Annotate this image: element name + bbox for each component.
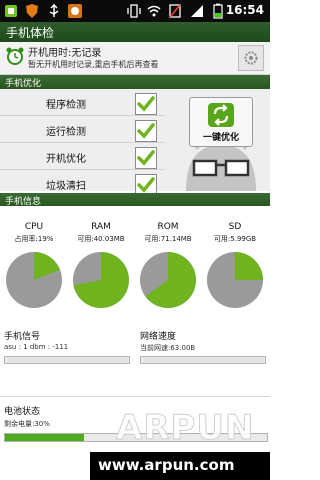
optimize-item[interactable]: 运行检测 [0,118,165,143]
signal-title: 手机信号 [4,332,41,342]
watermark-url: www.arpun.com [98,456,235,474]
optimize-item-label: 程序检测 [46,100,86,111]
battery-value: 剩余电量:30% [4,420,50,428]
title-bar: 手机体检 [0,22,270,43]
rom-pie [140,252,196,308]
info-section-header: 手机信息 [0,193,270,207]
page-title: 手机体检 [6,26,55,40]
optimize-item[interactable]: 开机优化 [0,145,165,170]
signal-icon [191,5,203,17]
app-notify-icon [68,4,82,18]
rom-subtitle: 可用:71.14MB [144,235,192,243]
checkbox[interactable] [135,147,157,169]
check-icon [137,96,155,112]
optimize-item-label: 垃圾清扫 [46,181,86,192]
wifi-icon [147,5,161,17]
one-key-optimize-button[interactable]: 一键优化 [189,97,253,147]
cpu-pie [6,252,62,308]
signal-value: asu : 1 dbm : -111 [4,343,69,351]
optimize-section-header: 手机优化 [0,75,270,89]
cpu-title: CPU [24,222,44,232]
one-key-optimize-label: 一键优化 [202,133,239,143]
clock: 16:54 [225,3,264,17]
boot-time-label: 开机用时:无记录 [28,48,102,59]
gear-icon [244,51,258,65]
watermark-brand: ARPUN [115,408,255,449]
optimize-item-label: 开机优化 [46,154,86,165]
optimize-item-label: 运行检测 [46,127,86,138]
check-icon [137,123,155,139]
battery-level-fill [5,434,84,441]
resource-pies [6,252,263,308]
optimize-refresh-icon [208,103,234,127]
signal-bar [4,356,130,364]
checkbox[interactable] [135,120,157,142]
no-sim-icon [169,4,181,18]
settings-button[interactable] [238,45,264,71]
ram-subtitle: 可用:40.03MB [77,235,125,243]
status-bar: 16:54 [0,0,270,22]
boot-time-panel: 开机用时:无记录 暂无开机用时记录,重启手机后再查看 [0,42,270,75]
security-shield-icon [26,4,38,18]
divider [0,396,270,397]
checkbox[interactable] [135,93,157,115]
battery-title: 电池状态 [4,407,41,417]
battery-icon [213,3,223,19]
check-icon [137,150,155,166]
boot-time-hint: 暂无开机用时记录,重启手机后再查看 [28,60,159,69]
sd-title: SD [228,222,242,232]
sd-subtitle: 可用:5.99GB [213,235,257,243]
sd-pie [207,252,263,308]
network-title: 网络速度 [140,332,177,342]
ram-title: RAM [91,222,111,232]
pie-used-slice [235,252,263,280]
notification-icon [5,5,17,17]
watermark: ARPUN www.arpun.com [90,408,270,480]
rom-title: ROM [157,222,179,232]
optimize-section-title: 手机优化 [5,79,42,89]
cpu-subtitle: 占用率:19% [14,235,54,243]
network-bar [140,356,266,364]
network-value: 当前网速:63.00B [140,344,196,352]
optimize-item[interactable]: 程序检测 [0,91,165,116]
watermark-bar: www.arpun.com [90,452,270,480]
ram-pie [73,252,129,308]
check-icon [137,177,155,193]
alarm-clock-icon [6,47,24,65]
vibrate-icon [127,4,141,18]
usb-icon [49,3,59,17]
